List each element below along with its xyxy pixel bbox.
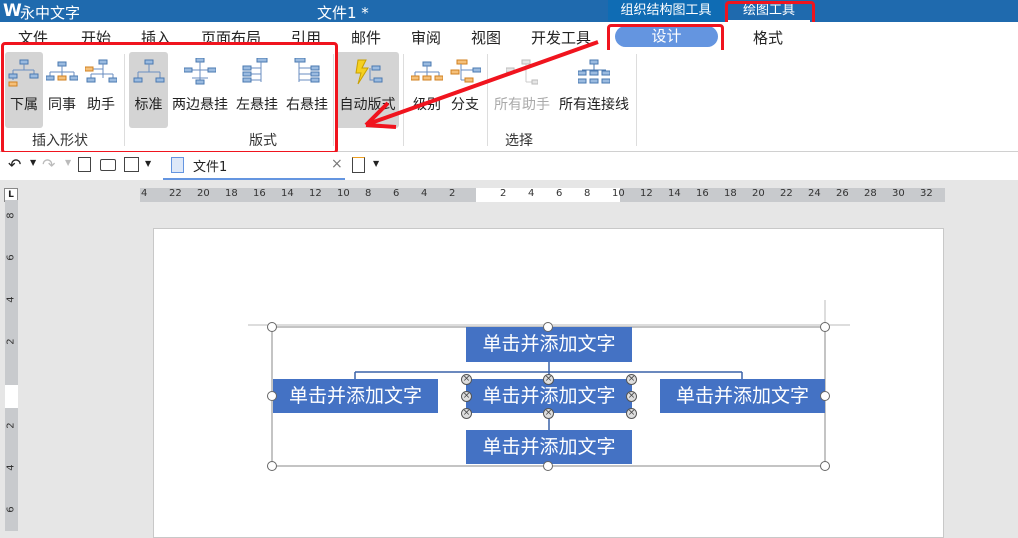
org-chart-box-right[interactable]: 单击并添加文字 [660,379,825,413]
resize-handle[interactable] [267,391,277,401]
selection-handle-icon[interactable]: × [543,374,554,385]
selection-handle-icon[interactable]: × [626,408,637,419]
selection-handle-icon[interactable]: × [461,391,472,402]
resize-handle[interactable] [820,461,830,471]
resize-handle[interactable] [820,322,830,332]
org-chart-box-left[interactable]: 单击并添加文字 [273,379,438,413]
resize-handle[interactable] [543,322,553,332]
resize-handle[interactable] [267,322,277,332]
selection-handle-icon[interactable]: × [626,391,637,402]
selection-handle-icon[interactable]: × [543,408,554,419]
resize-handle[interactable] [543,461,553,471]
resize-handle[interactable] [267,461,277,471]
org-chart-box-bottom[interactable]: 单击并添加文字 [466,430,632,464]
selection-handle-icon[interactable]: × [626,374,637,385]
selection-handle-icon[interactable]: × [461,408,472,419]
selection-handle-icon[interactable]: × [461,374,472,385]
org-chart-box-top[interactable]: 单击并添加文字 [466,327,632,362]
resize-handle[interactable] [820,391,830,401]
